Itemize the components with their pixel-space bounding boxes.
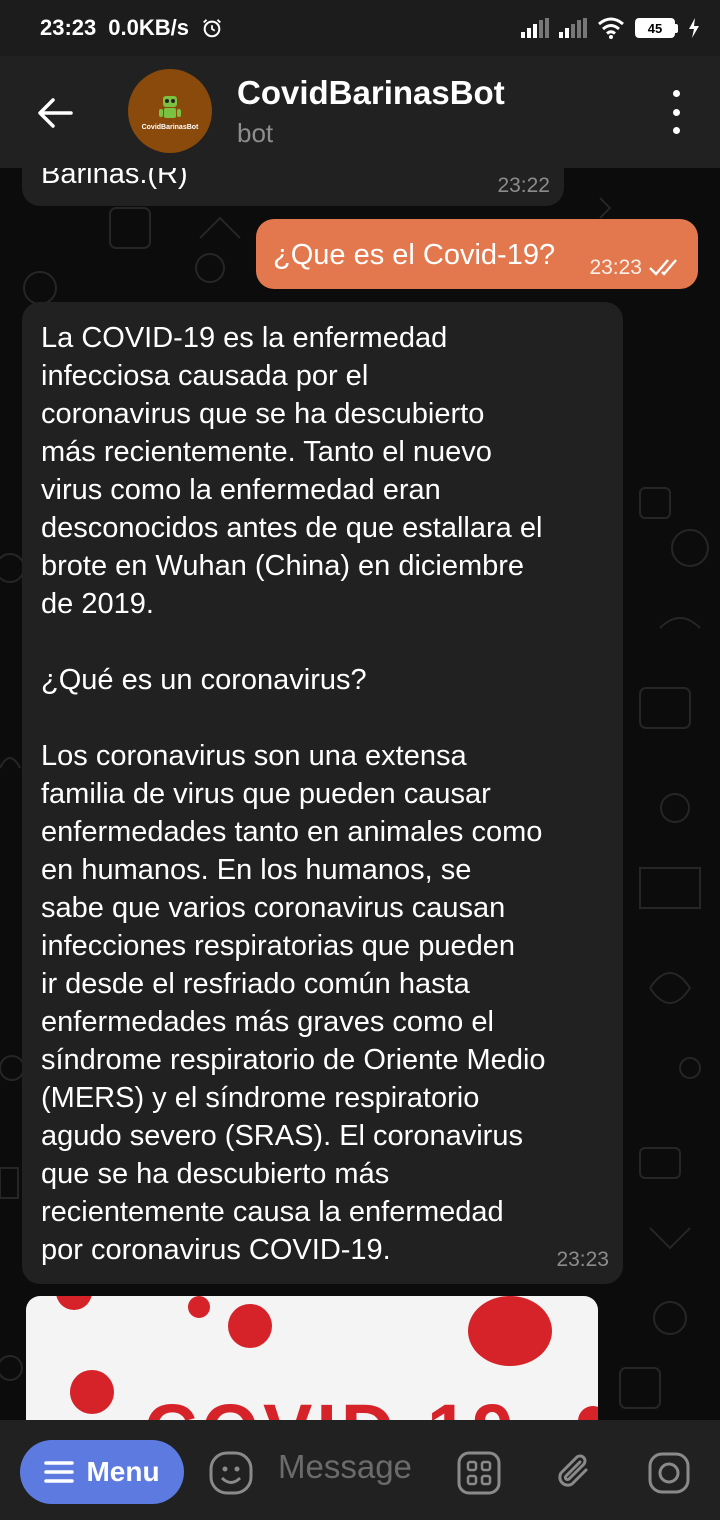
virus-icon [578, 1406, 598, 1420]
virus-icon [228, 1304, 272, 1348]
robot-icon [159, 95, 181, 118]
message-bubble-incoming[interactable]: La COVID-19 es la enfermedad infecciosa … [22, 302, 623, 1284]
double-check-icon [649, 259, 677, 276]
status-bar: 23:23 0.0KB/s 45 [0, 0, 720, 56]
virus-icon [188, 1296, 210, 1318]
emoji-icon[interactable] [208, 1450, 254, 1496]
chat-title[interactable]: CovidBarinasBot [237, 74, 505, 112]
message-time: 23:22 [497, 174, 550, 197]
dot-icon [672, 90, 680, 97]
battery-level: 45 [635, 18, 675, 38]
dot-icon [672, 127, 680, 134]
arrow-back-icon [38, 98, 73, 128]
signal-icon-2 [559, 18, 587, 38]
chat-area[interactable]: Barinas.(R) 23:22 ¿Que es el Covid-19? 2… [0, 168, 720, 1420]
alarm-icon [203, 19, 221, 38]
message-input[interactable]: Message [278, 1448, 448, 1496]
charging-icon [689, 18, 699, 38]
signal-icon-1 [521, 18, 549, 38]
camera-icon[interactable] [646, 1450, 692, 1496]
battery-icon: 45 [635, 18, 678, 38]
wifi-icon [598, 17, 624, 39]
avatar-logo-text: CovidBarinasBot [141, 123, 199, 131]
image-message[interactable]: COVID-19 [26, 1296, 598, 1420]
virus-icon [70, 1370, 114, 1414]
bot-menu-button[interactable]: Menu [20, 1440, 184, 1504]
message-text: Barinas.(R) [41, 168, 188, 190]
virus-icon [56, 1296, 92, 1310]
message-time: 23:23 [556, 1248, 609, 1271]
menu-label: Menu [86, 1456, 160, 1487]
message-bubble-incoming[interactable]: Barinas.(R) 23:22 [22, 168, 564, 206]
status-time: 23:23 [40, 15, 97, 40]
dot-icon [672, 108, 680, 116]
network-speed: 0.0KB/s [108, 15, 189, 40]
bot-avatar[interactable]: CovidBarinasBot [128, 69, 212, 153]
chat-subtitle: bot [237, 118, 274, 148]
bot-commands-icon[interactable] [456, 1450, 502, 1496]
hamburger-icon [44, 1461, 75, 1483]
message-text: La COVID-19 es la enfermedad infecciosa … [41, 322, 546, 1266]
virus-icon [468, 1296, 552, 1366]
message-time: 23:23 [589, 256, 642, 279]
message-bubble-outgoing[interactable]: ¿Que es el Covid-19? 23:23 [256, 219, 698, 289]
back-button[interactable] [30, 88, 80, 138]
chat-header: CovidBarinasBot CovidBarinasBot bot [0, 56, 720, 168]
message-input-bar: Menu Message [0, 1420, 720, 1520]
more-options-button[interactable] [664, 90, 688, 134]
image-caption: COVID-19 [144, 1388, 517, 1420]
paperclip-icon[interactable] [552, 1450, 598, 1496]
message-text: ¿Que es el Covid-19? [273, 239, 556, 271]
